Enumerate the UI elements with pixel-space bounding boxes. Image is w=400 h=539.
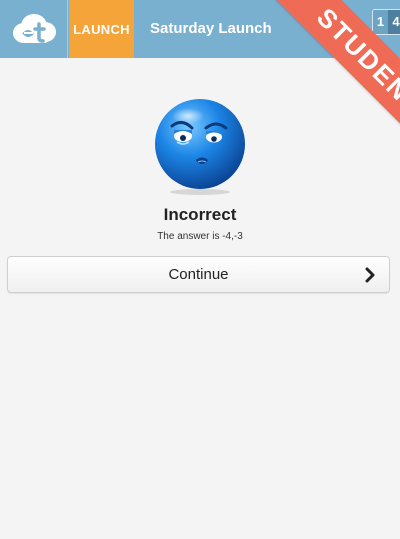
page-counter-total: 4	[388, 10, 400, 34]
result-title: Incorrect	[163, 205, 237, 224]
answer-text: The answer is -4,-3	[157, 231, 243, 242]
logo-button[interactable]	[0, 0, 68, 58]
chevron-right-icon	[365, 267, 375, 283]
continue-button[interactable]: Continue	[7, 256, 390, 293]
header-title: Saturday Launch	[150, 20, 272, 37]
et-cloud-logo-icon	[13, 14, 56, 43]
tab-launch-label: LAUNCH	[73, 21, 130, 37]
tab-launch[interactable]: LAUNCH	[69, 0, 134, 58]
page: LAUNCH Saturday Launch 1 4 STUDENT Incor…	[0, 0, 400, 539]
page-counter-current: 1	[373, 10, 388, 34]
page-counter[interactable]: 1 4	[372, 9, 400, 35]
continue-button-label: Continue	[168, 266, 229, 283]
sad-blue-face-icon	[155, 99, 245, 195]
